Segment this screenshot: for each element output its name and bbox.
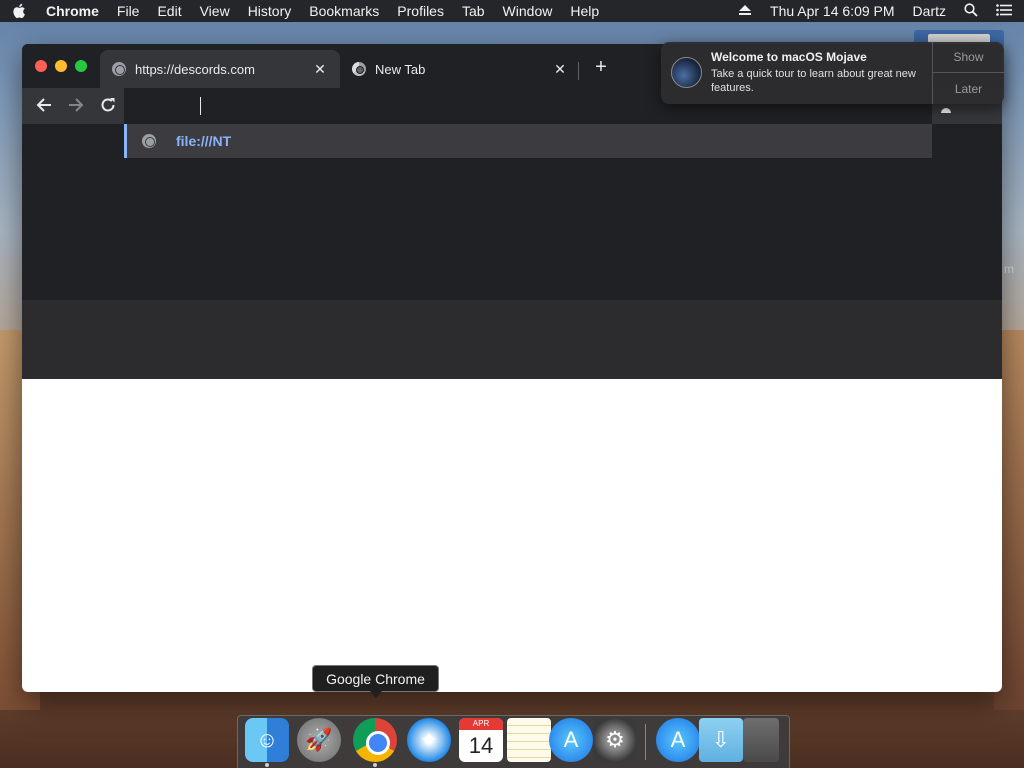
menu-tab[interactable]: Tab bbox=[462, 3, 485, 19]
omnibox-suggestion[interactable]: file:///NT bbox=[124, 124, 932, 158]
tab-close-icon[interactable]: ✕ bbox=[552, 61, 568, 77]
menu-clock[interactable]: Thu Apr 14 6:09 PM bbox=[770, 3, 895, 19]
text-caret bbox=[200, 97, 201, 115]
rocket-icon: 🚀 bbox=[305, 727, 333, 752]
menu-history[interactable]: History bbox=[248, 3, 292, 19]
safari-icon[interactable]: ✦ bbox=[407, 718, 451, 762]
finder-face-icon: ☺ bbox=[255, 727, 279, 752]
forward-arrow-icon[interactable] bbox=[66, 96, 86, 116]
dropdown-area bbox=[22, 158, 1002, 300]
app-store-a-icon: A bbox=[670, 727, 686, 752]
notification-banner[interactable]: Welcome to macOS Mojave Take a quick tou… bbox=[661, 42, 1004, 104]
menu-app-chrome[interactable]: Chrome bbox=[46, 3, 99, 19]
menu-bar: Chrome File Edit View History Bookmarks … bbox=[0, 0, 1024, 22]
menu-bookmarks[interactable]: Bookmarks bbox=[309, 3, 379, 19]
calendar-month: APR bbox=[459, 718, 503, 730]
launchpad-icon[interactable]: 🚀 bbox=[297, 718, 341, 762]
running-indicator bbox=[373, 763, 377, 767]
menu-window[interactable]: Window bbox=[503, 3, 553, 19]
tab-separator bbox=[578, 62, 579, 80]
calendar-icon[interactable]: APR 14 bbox=[459, 718, 503, 762]
dock-separator bbox=[645, 724, 646, 760]
globe-icon bbox=[142, 134, 156, 148]
menu-view[interactable]: View bbox=[200, 3, 230, 19]
compass-icon: ✦ bbox=[419, 727, 439, 752]
app-store-a-icon: A bbox=[563, 727, 579, 752]
dock: ☺ 🚀 ✦ APR 14 A ⚙ A ⇩ bbox=[237, 715, 790, 768]
desktop-label-fragment: m bbox=[1004, 262, 1014, 276]
tab-descords[interactable]: https://descords.com ✕ bbox=[100, 50, 340, 88]
menu-bar-status-area: Thu Apr 14 6:09 PM Dartz bbox=[720, 2, 1012, 20]
app-store-downloads-icon[interactable]: A bbox=[656, 718, 700, 762]
calendar-day: 14 bbox=[468, 733, 494, 758]
menu-user-name[interactable]: Dartz bbox=[913, 3, 946, 19]
notification-show-button[interactable]: Show bbox=[933, 42, 1004, 73]
trash-icon[interactable] bbox=[743, 718, 779, 762]
spotlight-search-icon[interactable] bbox=[964, 2, 978, 20]
new-tab-plus-icon[interactable]: + bbox=[592, 57, 610, 77]
tab-close-icon[interactable]: ✕ bbox=[312, 61, 328, 77]
chrome-window: https://descords.com ✕ New Tab ✕ + file:… bbox=[22, 44, 1002, 692]
running-indicator bbox=[265, 763, 269, 767]
globe-icon bbox=[112, 62, 126, 76]
notification-title: Welcome to macOS Mojave bbox=[711, 50, 867, 64]
page-header-band bbox=[22, 300, 1002, 379]
menu-file[interactable]: File bbox=[117, 3, 140, 19]
tab-new-tab[interactable]: New Tab ✕ bbox=[340, 50, 580, 88]
google-chrome-icon[interactable] bbox=[353, 718, 397, 762]
dock-tooltip: Google Chrome bbox=[312, 665, 439, 698]
eject-icon[interactable] bbox=[738, 3, 752, 19]
chrome-icon bbox=[352, 62, 366, 76]
notification-later-button[interactable]: Later bbox=[933, 73, 1004, 104]
notification-center-icon[interactable] bbox=[996, 3, 1012, 19]
tab-title: New Tab bbox=[375, 61, 426, 77]
macos-mojave-icon bbox=[671, 57, 702, 88]
finder-icon[interactable]: ☺ bbox=[245, 718, 289, 762]
notification-body: Take a quick tour to learn about great n… bbox=[711, 68, 916, 94]
downloads-folder-icon[interactable]: ⇩ bbox=[699, 718, 743, 762]
window-zoom-button[interactable] bbox=[75, 60, 87, 72]
page-content bbox=[22, 379, 1002, 692]
app-store-icon[interactable]: A bbox=[549, 718, 593, 762]
download-arrow-icon: ⇩ bbox=[711, 727, 731, 752]
menu-edit[interactable]: Edit bbox=[157, 3, 181, 19]
menu-help[interactable]: Help bbox=[570, 3, 599, 19]
reload-icon[interactable] bbox=[98, 96, 118, 116]
tab-title: https://descords.com bbox=[135, 61, 255, 77]
window-close-button[interactable] bbox=[35, 60, 47, 72]
menu-profiles[interactable]: Profiles bbox=[397, 3, 444, 19]
suggestion-text: file:///NT bbox=[176, 133, 232, 149]
apple-icon[interactable] bbox=[12, 3, 26, 19]
system-preferences-icon[interactable]: ⚙ bbox=[593, 718, 637, 762]
gear-icon: ⚙ bbox=[605, 727, 625, 752]
back-arrow-icon[interactable] bbox=[34, 96, 54, 116]
notes-icon[interactable] bbox=[507, 718, 551, 762]
window-minimize-button[interactable] bbox=[55, 60, 67, 72]
